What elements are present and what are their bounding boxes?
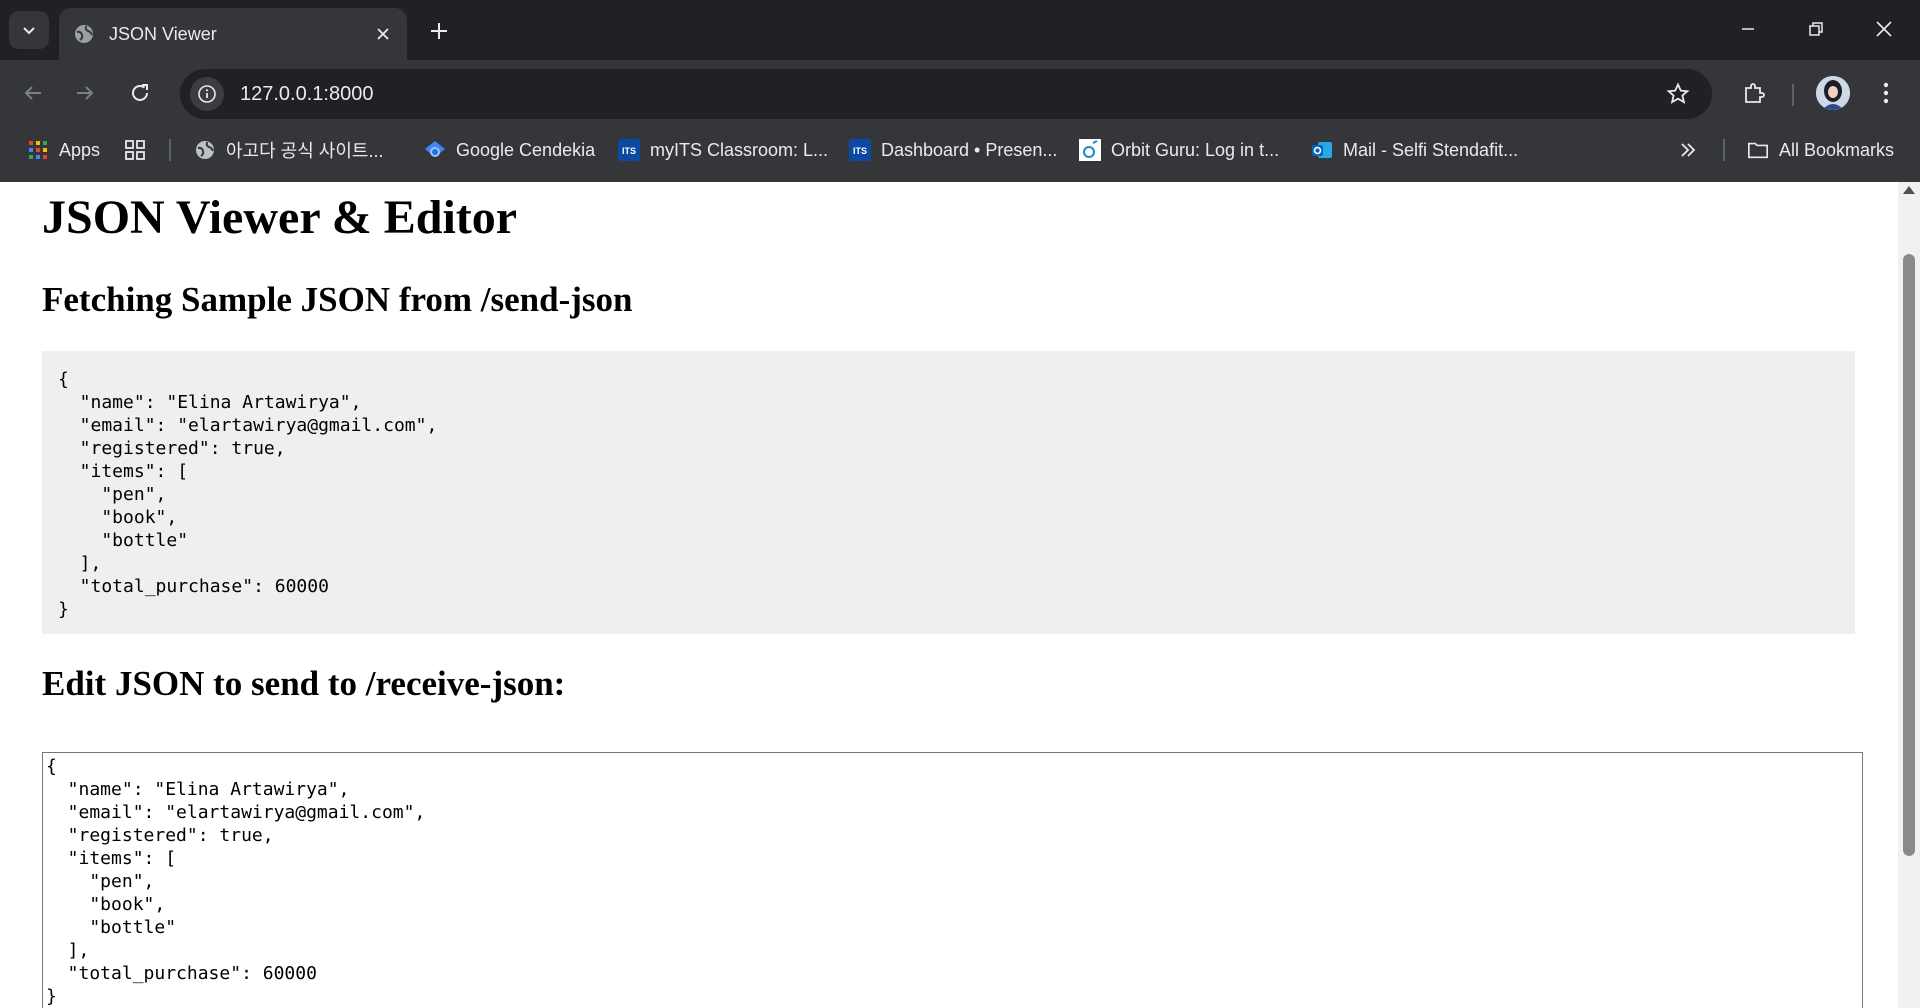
all-bookmarks-label: All Bookmarks bbox=[1779, 139, 1895, 160]
close-icon bbox=[1876, 21, 1892, 37]
reload-icon bbox=[132, 84, 148, 101]
bookmark-dashboard-presensi[interactable]: ITS Dashboard • Presen... bbox=[849, 128, 1057, 172]
bookmark-star-icon[interactable] bbox=[1658, 74, 1698, 114]
google-scholar-icon bbox=[424, 139, 446, 161]
bookmarks-bar: Apps 아고다 공식 사이트... Google Cendekia ITS m… bbox=[0, 128, 1920, 182]
apps-grid-icon bbox=[27, 139, 49, 161]
bookmark-tab-groups[interactable] bbox=[124, 128, 156, 172]
close-tab-icon[interactable] bbox=[369, 20, 397, 48]
double-chevron-right-icon bbox=[1677, 139, 1699, 161]
forward-button[interactable] bbox=[65, 73, 105, 113]
outlook-icon bbox=[1311, 139, 1333, 161]
bookmark-apps[interactable]: Apps bbox=[27, 128, 100, 172]
edit-heading: Edit JSON to send to /receive-json: bbox=[42, 664, 566, 703]
fetched-json-text: { "name": "Elina Artawirya", "email": "e… bbox=[58, 369, 438, 620]
active-tab[interactable]: JSON Viewer bbox=[59, 8, 407, 60]
site-info-icon[interactable] bbox=[190, 77, 224, 111]
page-viewport: JSON Viewer & Editor Fetching Sample JSO… bbox=[0, 182, 1898, 1008]
toolbar-divider bbox=[1792, 84, 1794, 106]
bookmarks-divider bbox=[1723, 139, 1725, 161]
tab-search-button[interactable] bbox=[9, 11, 49, 49]
chevron-down-icon bbox=[23, 27, 35, 35]
scrollbar-thumb[interactable] bbox=[1903, 254, 1915, 856]
bookmark-label: 아고다 공식 사이트... bbox=[226, 141, 384, 161]
bookmark-mail[interactable]: Mail - Selfi Stendafit... bbox=[1311, 128, 1518, 172]
page-scrollbar[interactable] bbox=[1898, 182, 1920, 1008]
fetch-heading: Fetching Sample JSON from /send-json bbox=[42, 280, 633, 319]
its-logo-icon: ITS bbox=[849, 139, 871, 161]
globe-icon bbox=[194, 139, 216, 161]
tab-strip: JSON Viewer bbox=[0, 0, 1920, 60]
bookmarks-divider bbox=[169, 139, 171, 161]
fetched-json-block: { "name": "Elina Artawirya", "email": "e… bbox=[42, 351, 1855, 634]
editor-json-text[interactable]: { "name": "Elina Artawirya", "email": "e… bbox=[46, 755, 1859, 1008]
puzzle-icon bbox=[1745, 83, 1765, 103]
bookmark-google-cendekia[interactable]: Google Cendekia bbox=[424, 128, 595, 172]
browser-toolbar: 127.0.0.1:8000 bbox=[0, 60, 1920, 128]
tab-groups-icon bbox=[124, 139, 146, 161]
back-button[interactable] bbox=[13, 73, 53, 113]
bookmark-myits-classroom[interactable]: ITS myITS Classroom: L... bbox=[618, 128, 828, 172]
arrow-right-icon bbox=[77, 86, 94, 100]
bookmark-label: myITS Classroom: L... bbox=[650, 139, 829, 160]
bookmark-label: Google Cendekia bbox=[456, 139, 596, 160]
restore-icon bbox=[1809, 22, 1823, 36]
url-text[interactable]: 127.0.0.1:8000 bbox=[240, 83, 1658, 106]
orbit-icon bbox=[1079, 139, 1101, 161]
more-vert-icon bbox=[1883, 82, 1889, 104]
bookmark-label: Dashboard • Presen... bbox=[881, 139, 1058, 160]
extensions-button[interactable] bbox=[1734, 73, 1774, 113]
new-tab-button[interactable] bbox=[422, 14, 456, 48]
svg-text:ITS: ITS bbox=[853, 146, 867, 156]
browser-menu-button[interactable] bbox=[1866, 73, 1906, 113]
bookmark-orbit-guru[interactable]: Orbit Guru: Log in t... bbox=[1079, 128, 1279, 172]
its-logo-icon: ITS bbox=[618, 139, 640, 161]
bookmark-label: Mail - Selfi Stendafit... bbox=[1343, 139, 1519, 160]
restore-button[interactable] bbox=[1782, 0, 1850, 58]
svg-text:ITS: ITS bbox=[622, 146, 636, 156]
all-bookmarks-button[interactable]: All Bookmarks bbox=[1747, 128, 1894, 172]
reload-button[interactable] bbox=[120, 73, 160, 113]
scroll-up-arrow-icon[interactable] bbox=[1903, 186, 1915, 194]
minimize-icon bbox=[1742, 28, 1754, 30]
address-bar[interactable]: 127.0.0.1:8000 bbox=[180, 69, 1712, 119]
globe-icon bbox=[73, 23, 95, 45]
json-editor-textarea[interactable]: { "name": "Elina Artawirya", "email": "e… bbox=[42, 752, 1863, 1008]
minimize-button[interactable] bbox=[1714, 0, 1782, 58]
profile-avatar[interactable] bbox=[1816, 76, 1850, 110]
bookmarks-overflow-button[interactable] bbox=[1677, 128, 1709, 172]
bookmark-label: Apps bbox=[59, 139, 101, 160]
close-window-button[interactable] bbox=[1850, 0, 1918, 58]
bookmark-label: Orbit Guru: Log in t... bbox=[1111, 139, 1280, 160]
folder-icon bbox=[1747, 139, 1769, 161]
arrow-left-icon bbox=[24, 86, 41, 100]
bookmark-agoda[interactable]: 아고다 공식 사이트... bbox=[194, 128, 383, 172]
tab-title: JSON Viewer bbox=[109, 23, 217, 44]
plus-icon bbox=[431, 23, 447, 39]
page-title: JSON Viewer & Editor bbox=[42, 191, 518, 244]
